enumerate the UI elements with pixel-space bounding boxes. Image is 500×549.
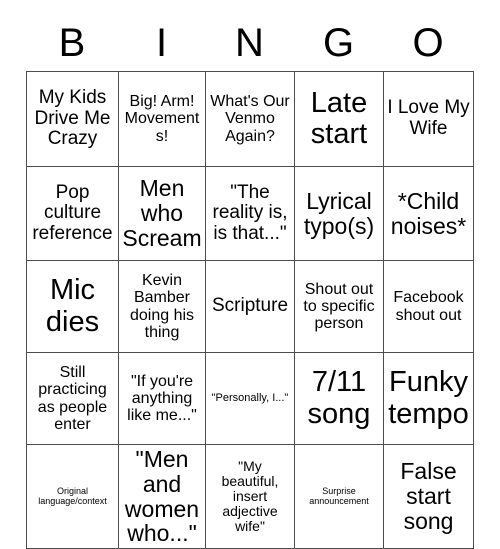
- bingo-card: B I N G O My Kids Drive Me Crazy Big! Ar…: [0, 0, 500, 549]
- bingo-header-letter-i: I: [155, 20, 168, 65]
- bingo-cell[interactable]: "Personally, I...": [205, 352, 295, 445]
- bingo-cell-text: Scripture: [211, 295, 289, 317]
- bingo-cell[interactable]: Men who Scream: [118, 166, 206, 261]
- bingo-cell-text: False start song: [400, 458, 457, 535]
- bingo-cell-text: Funky tempo: [388, 366, 469, 430]
- bingo-cell[interactable]: Lyrical typo(s): [294, 166, 384, 261]
- bingo-cell-text: *Child noises*: [390, 187, 467, 239]
- bingo-cell-text: What's Our Venmo Again?: [210, 93, 290, 145]
- bingo-cell-text: Still practicing as people enter: [37, 363, 108, 433]
- bingo-cell[interactable]: Big! Arm! Movements!: [118, 71, 206, 167]
- bingo-row: My Kids Drive Me Crazy Big! Arm! Movemen…: [26, 71, 474, 167]
- bingo-cell-text: "Men and women who...": [124, 446, 200, 547]
- bingo-header-letter-o: O: [412, 20, 444, 65]
- bingo-cell[interactable]: Funky tempo: [383, 352, 474, 445]
- bingo-cell[interactable]: Late start: [294, 71, 384, 167]
- bingo-cell[interactable]: Still practicing as people enter: [26, 352, 119, 445]
- bingo-cell[interactable]: "The reality is, is that...": [205, 166, 295, 261]
- bingo-cell-text: Shout out to specific person: [303, 280, 375, 333]
- bingo-cell[interactable]: Shout out to specific person: [294, 260, 384, 353]
- bingo-cell[interactable]: Facebook shout out: [383, 260, 474, 353]
- bingo-cell-text: Pop culture reference: [32, 181, 113, 244]
- bingo-cell-text: My Kids Drive Me Crazy: [34, 87, 111, 150]
- bingo-cell[interactable]: *Child noises*: [383, 166, 474, 261]
- bingo-cell-text: Men who Scream: [122, 175, 202, 251]
- bingo-cell[interactable]: Surprise announcement: [294, 443, 384, 549]
- bingo-cell-text: 7/11 song: [307, 366, 371, 430]
- bingo-cell[interactable]: Pop culture reference: [26, 166, 119, 261]
- bingo-cell[interactable]: False start song: [383, 443, 474, 549]
- bingo-cell-text: "The reality is, is that...": [212, 181, 288, 244]
- bingo-cell-text: Facebook shout out: [393, 289, 464, 324]
- bingo-cell-text: Mic dies: [45, 274, 100, 338]
- bingo-row: Pop culture reference Men who Scream "Th…: [26, 166, 474, 261]
- bingo-cell[interactable]: What's Our Venmo Again?: [205, 71, 295, 167]
- bingo-header-letter-g: G: [322, 20, 355, 65]
- bingo-cell[interactable]: I Love My Wife: [383, 71, 474, 167]
- bingo-cell-text: I Love My Wife: [387, 97, 470, 139]
- bingo-cell[interactable]: "My beautiful, insert adjective wife": [205, 443, 295, 549]
- bingo-row: Mic dies Kevin Bamber doing his thing Sc…: [26, 260, 474, 353]
- bingo-cell[interactable]: "If you're anything like me...": [118, 352, 206, 445]
- bingo-cell[interactable]: Scripture: [205, 260, 295, 353]
- bingo-cell-text: Lyrical typo(s): [303, 187, 375, 239]
- bingo-cell-text: Surprise announcement: [309, 485, 369, 506]
- bingo-cell-text: Original language/context: [38, 485, 107, 506]
- bingo-header-letter-b: B: [58, 20, 86, 65]
- bingo-header-row: B I N G O: [26, 14, 473, 71]
- bingo-cell[interactable]: My Kids Drive Me Crazy: [26, 71, 119, 167]
- bingo-cell[interactable]: Kevin Bamber doing his thing: [118, 260, 206, 353]
- bingo-cell-text: "If you're anything like me...": [127, 372, 197, 425]
- bingo-cell[interactable]: Original language/context: [26, 443, 119, 549]
- bingo-grid: My Kids Drive Me Crazy Big! Arm! Movemen…: [26, 71, 474, 549]
- bingo-cell-text: Late start: [310, 86, 368, 150]
- bingo-cell-text: "Personally, I...": [211, 391, 289, 404]
- bingo-cell[interactable]: Mic dies: [26, 260, 119, 353]
- bingo-cell-text: Big! Arm! Movements!: [124, 93, 200, 145]
- bingo-cell[interactable]: "Men and women who...": [118, 443, 206, 549]
- bingo-cell-text: Kevin Bamber doing his thing: [129, 271, 195, 341]
- bingo-cell-text: "My beautiful, insert adjective wife": [221, 457, 279, 535]
- bingo-cell[interactable]: 7/11 song: [294, 352, 384, 445]
- bingo-row: Original language/context "Men and women…: [26, 443, 474, 549]
- bingo-header-letter-n: N: [235, 20, 264, 65]
- bingo-row: Still practicing as people enter "If you…: [26, 352, 474, 445]
